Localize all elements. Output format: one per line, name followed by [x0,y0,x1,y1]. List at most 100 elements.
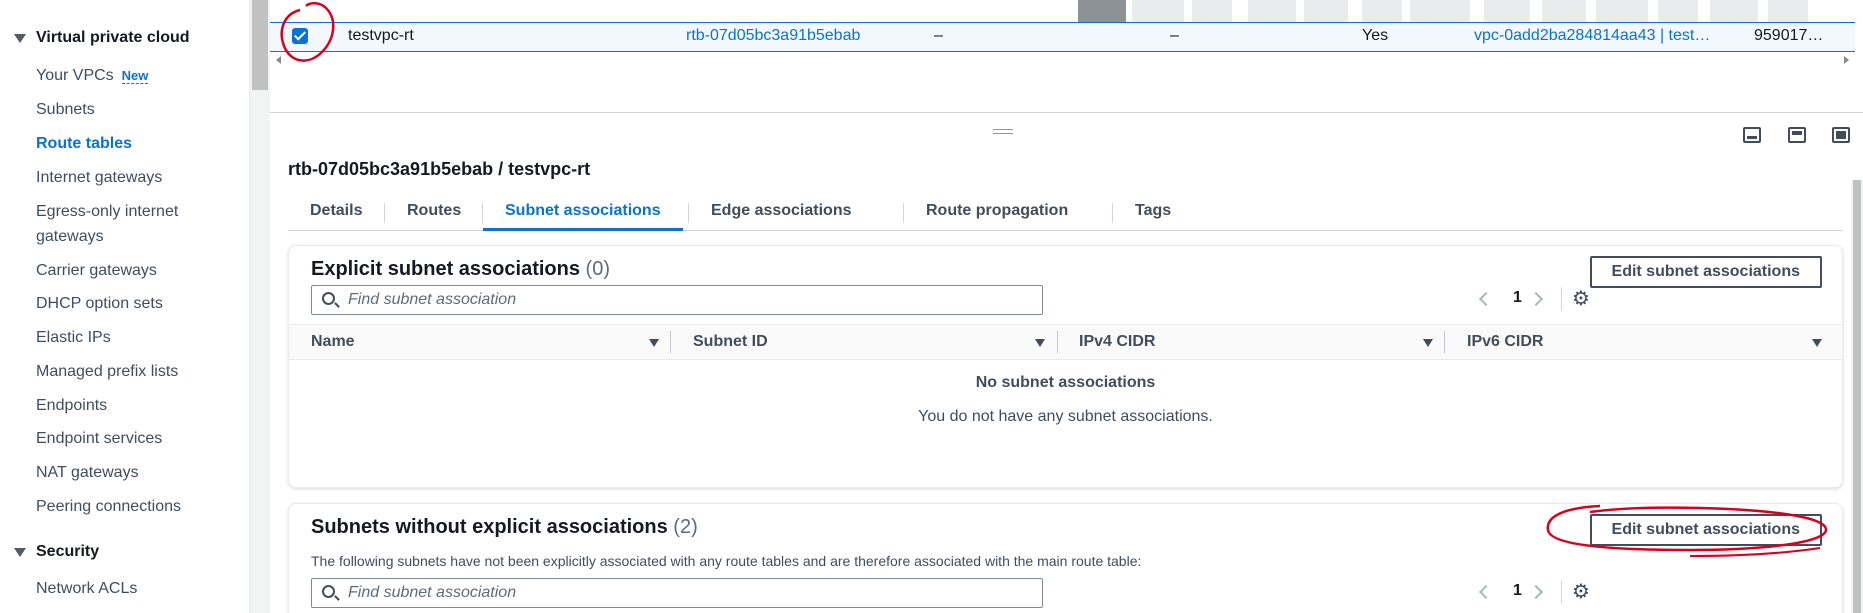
search-icon [322,585,335,598]
obscured-block [1542,0,1586,22]
container-title: Explicit subnet associations (0) [311,258,610,280]
tab-route-propagation[interactable]: Route propagation [904,193,1090,231]
sort-caret-icon[interactable] [649,339,659,347]
tab-details[interactable]: Details [288,193,384,231]
route-table-id-link[interactable]: rtb-07d05bc3a91b5ebab [686,27,860,45]
obscured-row [270,0,1863,22]
sidebar-scrollbar-thumb[interactable] [252,0,268,90]
sidebar-item-subnets[interactable]: Subnets [36,97,95,122]
page-number[interactable]: 1 [1513,289,1522,307]
obscured-block [1078,0,1126,22]
chevron-right-icon[interactable] [1528,584,1544,600]
sidebar-item-endpoint-services[interactable]: Endpoint services [36,426,162,451]
sidebar-item-label: Your VPCs [36,67,114,84]
chevron-right-icon[interactable] [1528,291,1544,307]
obscured-block [1304,0,1348,22]
sort-caret-icon[interactable] [1035,339,1045,347]
sidebar-group-security[interactable]: Security [14,543,99,561]
count: (0) [585,258,610,280]
horizontal-scrollbar[interactable] [270,54,1855,66]
sort-caret-icon[interactable] [1812,339,1822,347]
new-badge: New [121,68,149,84]
obscured-block [1710,0,1758,22]
empty-state-title: No subnet associations [975,374,1156,391]
obscured-block [1410,0,1470,22]
search-field[interactable] [311,578,1043,608]
sidebar-group-vpc[interactable]: Virtual private cloud [14,29,190,47]
column-resizer[interactable] [1444,331,1445,353]
count: (2) [673,516,698,538]
tab-edge-associations[interactable]: Edge associations [689,193,874,231]
sidebar-item-network-acls[interactable]: Network ACLs [36,576,137,601]
chevron-left-icon[interactable] [1478,584,1494,600]
gear-icon[interactable]: ⚙ [1571,582,1591,602]
gear-icon[interactable]: ⚙ [1571,289,1591,309]
sidebar-item-your-vpcs[interactable]: Your VPCs New [36,63,149,88]
row-checkbox[interactable] [292,28,308,44]
panel-bottom-icon[interactable] [1743,127,1761,143]
column-resizer[interactable] [670,331,671,353]
sidebar-item-internet-gateways[interactable]: Internet gateways [36,165,162,190]
tab-list: Details Routes Subnet associations Edge … [288,193,1843,231]
search-field[interactable] [311,285,1043,315]
divider [1561,580,1562,604]
obscured-block [1768,0,1808,22]
obscured-block [1132,0,1184,22]
page-number[interactable]: 1 [1513,582,1522,600]
edit-subnet-associations-button[interactable]: Edit subnet associations [1589,256,1822,288]
split-panel: rtb-07d05bc3a91b5ebab / testvpc-rt Detai… [270,112,1863,613]
explicit-subnet-cell: – [934,27,943,44]
main-cell: Yes [1362,27,1389,44]
column-header-subnet-id[interactable]: Subnet ID [693,333,768,351]
search-input[interactable] [348,290,1028,310]
sidebar-item-dhcp-option-sets[interactable]: DHCP option sets [36,291,163,316]
column-header-ipv4-cidr[interactable]: IPv4 CIDR [1079,333,1155,351]
sort-caret-icon[interactable] [1423,339,1433,347]
divider [1561,287,1562,311]
empty-state-description: You do not have any subnet associations. [918,408,1213,425]
sidebar-item-managed-prefix-lists[interactable]: Managed prefix lists [36,359,178,384]
edge-association-cell: – [1170,27,1179,44]
obscured-block [1192,0,1232,22]
split-panel-title: rtb-07d05bc3a91b5ebab / testvpc-rt [288,159,591,179]
sidebar-item-elastic-ips[interactable]: Elastic IPs [36,325,111,350]
split-panel-scrollbar[interactable] [1851,180,1863,613]
split-panel-scrollbar-thumb[interactable] [1853,180,1861,613]
sidebar-nav: Virtual private cloud Your VPCs New Subne… [0,0,250,613]
sidebar-item-nat-gateways[interactable]: NAT gateways [36,460,139,485]
search-icon [322,292,335,305]
tab-routes[interactable]: Routes [385,193,483,231]
obscured-block [1248,0,1296,22]
tab-subnet-associations[interactable]: Subnet associations [483,193,683,231]
panel-side-icon[interactable] [1788,127,1806,143]
split-panel-resize-handle[interactable] [993,129,1013,134]
scroll-left-icon[interactable] [276,56,281,64]
sidebar-scrollbar[interactable] [250,0,270,613]
sidebar-item-egress-only-gateways[interactable]: Egress-only internet gateways [36,199,178,249]
sidebar-item-peering-connections[interactable]: Peering connections [36,494,181,519]
panel-full-icon[interactable] [1832,127,1850,143]
sidebar-item-label: Egress-only internet [36,203,179,220]
container-title: Subnets without explicit associations (2… [311,516,698,538]
obscured-block [1484,0,1530,22]
chevron-left-icon[interactable] [1478,291,1494,307]
owner-id-cell: 959017… [1754,27,1824,44]
edit-subnet-associations-button[interactable]: Edit subnet associations [1589,514,1822,546]
sidebar-item-carrier-gateways[interactable]: Carrier gateways [36,258,157,283]
table-row-selected[interactable]: testvpc-rt rtb-07d05bc3a91b5ebab – – Yes… [270,22,1855,52]
column-header-name[interactable]: Name [311,333,355,351]
sidebar-item-route-tables[interactable]: Route tables [36,131,132,156]
sidebar-item-endpoints[interactable]: Endpoints [36,393,107,418]
container-description: The following subnets have not been expl… [311,553,1142,569]
scroll-right-icon[interactable] [1844,56,1849,64]
search-input[interactable] [348,583,1028,603]
subnets-without-associations-container: Subnets without explicit associations (2… [288,503,1843,613]
vpc-link[interactable]: vpc-0add2ba284814aa43 | test… [1474,27,1710,45]
column-resizer[interactable] [1057,331,1058,353]
sidebar-item-label: gateways [36,228,104,245]
tab-tags[interactable]: Tags [1113,193,1193,231]
column-header-ipv6-cidr[interactable]: IPv6 CIDR [1467,333,1543,351]
table-header: Name Subnet ID IPv4 CIDR IPv6 CIDR [289,324,1842,360]
caret-down-icon [14,33,26,43]
obscured-block [1596,0,1648,22]
